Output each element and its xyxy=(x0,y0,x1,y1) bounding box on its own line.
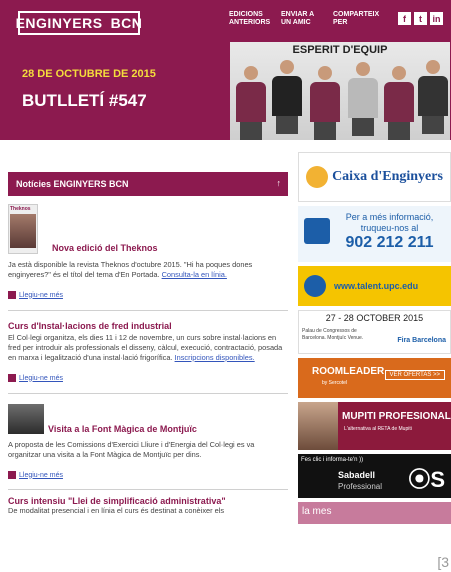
team-member-figure xyxy=(236,66,266,140)
divider xyxy=(8,310,288,311)
bulletin-number: BUTLLETÍ #547 xyxy=(22,91,147,110)
section-header: Notícies ENGINYERS BCN ↑ xyxy=(8,172,288,196)
mupiti-photo xyxy=(298,402,338,450)
news-column: Notícies ENGINYERS BCN ↑ Theknos Nova ed… xyxy=(8,172,288,516)
talent-upc-ad[interactable]: www.talent.upc.edu xyxy=(298,266,451,306)
article-title[interactable]: Visita a la Font Màgica de Montjuïc xyxy=(48,424,197,434)
nav-send-friend[interactable]: ENVIAR A UN AMIC xyxy=(281,11,319,27)
arrow-square-icon xyxy=(8,471,16,479)
thumbnail-caption: Theknos xyxy=(10,206,31,212)
twitter-icon[interactable]: t xyxy=(414,12,427,25)
divider xyxy=(8,393,288,394)
arrow-square-icon xyxy=(8,374,16,382)
sabadell-top: Fes clic i informa-te'n )) xyxy=(301,457,364,463)
caixa-ad-text: Caixa d'Enginyers xyxy=(332,169,443,184)
ads-column: Caixa d'Enginyers Per a més informació, … xyxy=(298,152,451,528)
team-member-figure xyxy=(348,62,378,140)
roomleader-sub: by Sercotel xyxy=(322,380,348,386)
read-more-label: Llegiu-ne més xyxy=(19,374,63,382)
read-more-link[interactable]: Llegiu-ne més xyxy=(8,471,288,479)
article-link[interactable]: Consulta-la en línia. xyxy=(162,270,227,279)
team-member-figure xyxy=(384,66,414,140)
section-title: Notícies ENGINYERS BCN xyxy=(16,179,129,189)
mupiti-sub: L'alternativa al RETA de Mupiti xyxy=(344,426,412,432)
read-more-link[interactable]: Llegiu-ne més xyxy=(8,291,288,299)
fira-barcelona-ad[interactable]: 27 - 28 OCTOBER 2015 Palau de Congressos… xyxy=(298,310,451,354)
talent-url: www.talent.upc.edu xyxy=(334,281,419,291)
fira-brand: Fira Barcelona xyxy=(397,337,446,344)
logo-text-left: ENGINYERS xyxy=(15,15,103,31)
roomleader-ad[interactable]: ROOMLEADER by Sercotel VER OFERTAS >> xyxy=(298,358,451,398)
linkedin-icon[interactable]: in xyxy=(430,12,443,25)
upc-logo-icon xyxy=(304,218,330,244)
facebook-icon[interactable]: f xyxy=(398,12,411,25)
article-body: De modalitat presencial i en línia el cu… xyxy=(8,506,225,515)
header-banner: ENGINYERS BCN EDICIONS ANTERIORS ENVIAR … xyxy=(0,0,451,140)
divider xyxy=(8,489,288,490)
enginyers-logo[interactable]: ENGINYERS BCN xyxy=(15,11,143,35)
nav-previous-editions[interactable]: EDICIONS ANTERIORS xyxy=(229,11,270,27)
article-3-header: Visita a la Font Màgica de Montjuïc xyxy=(8,404,288,438)
read-more-link[interactable]: Llegiu-ne més xyxy=(8,374,288,382)
fira-venue: Palau de Congressos de Barcelona. Montju… xyxy=(302,328,364,341)
upc-phone: 902 212 211 xyxy=(345,234,434,251)
roomleader-title: ROOMLEADER xyxy=(312,366,385,377)
font-magica-thumbnail[interactable] xyxy=(8,404,44,434)
hero-image: ESPERIT D'EQUIP xyxy=(230,42,450,140)
bulletin-date: 28 DE OCTUBRE DE 2015 xyxy=(22,68,156,80)
caixa-enginyers-ad[interactable]: Caixa d'Enginyers xyxy=(298,152,451,202)
article-1-header: Theknos Nova edició del Theknos xyxy=(8,196,288,258)
logo-text-right: BCN xyxy=(110,15,143,31)
article-title[interactable]: Curs d'Instal·lacions de fred industrial xyxy=(8,321,288,331)
hero-title: ESPERIT D'EQUIP xyxy=(292,44,388,56)
read-more-label: Llegiu-ne més xyxy=(19,291,63,299)
team-member-figure xyxy=(418,60,448,140)
social-icons: f t in xyxy=(398,12,443,25)
last-ad-text: la mes xyxy=(302,506,332,517)
upc-contact-ad[interactable]: Per a més informació, truqueu-nos al 902… xyxy=(298,206,451,262)
sabadell-logo-icon: ⦿S xyxy=(408,467,445,492)
fira-dates: 27 - 28 OCTOBER 2015 xyxy=(325,313,424,323)
arrow-square-icon xyxy=(8,291,16,299)
sabadell-sub: Professional xyxy=(338,482,383,491)
mupiti-ad[interactable]: MUPITI PROFESIONAL L'alternativa al RETA… xyxy=(298,402,451,450)
team-member-figure xyxy=(272,60,302,140)
nav-share[interactable]: COMPARTEIX PER xyxy=(333,11,379,27)
last-ad[interactable]: la mes xyxy=(298,502,451,524)
mupiti-title: MUPITI PROFESIONAL xyxy=(342,411,451,422)
upc-ad-text: Per a més informació, truqueu-nos al xyxy=(345,212,434,233)
sabadell-ad[interactable]: Fes clic i informa-te'n )) Sabadell Prof… xyxy=(298,454,451,498)
article-title[interactable]: Curs intensiu "Llei de simplificació adm… xyxy=(8,496,288,506)
top-nav: EDICIONS ANTERIORS ENVIAR A UN AMIC COMP… xyxy=(229,11,379,27)
article-body: A proposta de les Comissions d'Exercici … xyxy=(8,440,255,459)
roomleader-offers-button[interactable]: VER OFERTAS >> xyxy=(384,370,445,380)
team-member-figure xyxy=(310,66,340,140)
theknos-thumbnail[interactable]: Theknos xyxy=(8,204,38,254)
corner-label: [3 xyxy=(437,554,449,570)
article-link[interactable]: Inscripcions disponibles. xyxy=(175,353,255,362)
read-more-label: Llegiu-ne més xyxy=(19,471,63,479)
article-title[interactable]: Nova edició del Theknos xyxy=(52,243,158,253)
sabadell-name: Sabadell xyxy=(338,470,376,480)
article-body: El Col·legi organitza, els dies 11 i 12 … xyxy=(8,333,288,363)
caixa-logo-icon xyxy=(306,166,329,188)
arrow-up-icon[interactable]: ↑ xyxy=(277,178,282,188)
globe-icon xyxy=(304,275,326,297)
article-body: Ja està disponible la revista Theknos d'… xyxy=(8,260,288,280)
